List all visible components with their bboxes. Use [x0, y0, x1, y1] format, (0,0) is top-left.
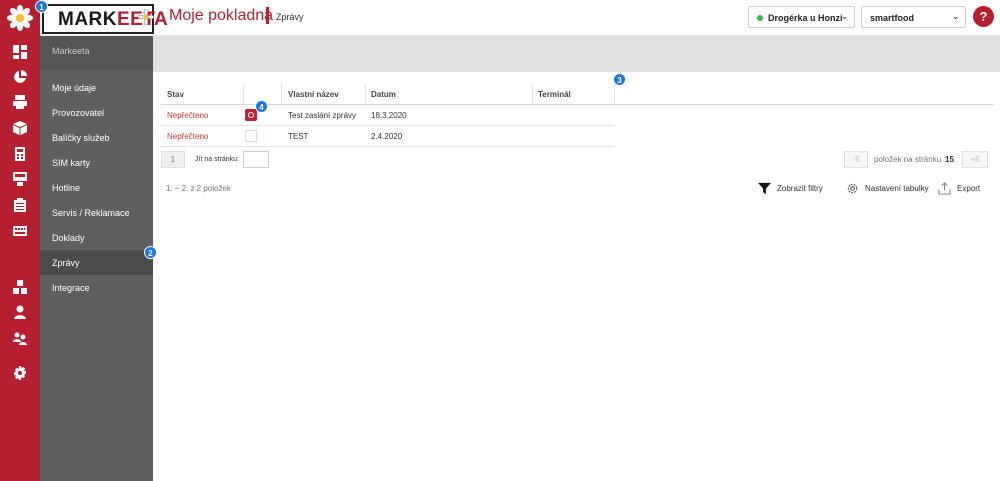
- goto-page-label: Jít na stránku:: [195, 156, 239, 163]
- step-badge: 3: [613, 73, 626, 86]
- sidebar-item-sim-karty[interactable]: SIM karty: [40, 150, 153, 175]
- column-header-datum[interactable]: Datum: [371, 90, 396, 99]
- sidebar-item-doklady[interactable]: Doklady: [40, 225, 153, 250]
- row-status: Nepřečteno: [167, 132, 209, 141]
- keyboard-icon[interactable]: [0, 219, 40, 243]
- minus-five-button[interactable]: -5: [844, 151, 868, 168]
- status-dot-icon: [757, 15, 763, 21]
- items-count: 1. – 2. z 2 položek: [166, 184, 231, 193]
- row-name: Test zaslání zprávy: [288, 111, 357, 120]
- plus-five-button[interactable]: +5: [962, 151, 988, 168]
- settings-icon[interactable]: [0, 361, 40, 385]
- table-header: [161, 84, 994, 105]
- row-checkbox[interactable]: [245, 109, 257, 121]
- chevron-down-icon: ⌄: [952, 12, 959, 21]
- pie-chart-icon[interactable]: [0, 65, 40, 89]
- page-subtitle: Zprávy: [276, 12, 304, 22]
- page-button[interactable]: 1: [161, 151, 185, 168]
- page-title: Moje pokladna: [169, 7, 274, 24]
- column-divider: [614, 84, 615, 105]
- title-separator: [266, 7, 269, 24]
- chevron-down-icon: ⌄: [841, 12, 848, 21]
- row-date: 2.4.2020: [371, 132, 403, 141]
- printer-icon[interactable]: [0, 90, 40, 114]
- export-button[interactable]: Export: [938, 182, 980, 195]
- users-icon[interactable]: [0, 326, 40, 350]
- sidebar-item-hotline[interactable]: Hotline: [40, 175, 153, 200]
- export-label: Export: [957, 184, 981, 193]
- column-header-stav[interactable]: Stav: [167, 90, 184, 99]
- per-page-label: položek na stránku: [874, 155, 942, 164]
- boxes-icon[interactable]: [0, 275, 40, 299]
- row-name: TEST: [288, 132, 309, 141]
- per-page-value: 15: [945, 155, 954, 164]
- step-badge: 2: [144, 246, 157, 259]
- column-header-terminal[interactable]: Terminál: [538, 90, 571, 99]
- gear-icon: [847, 183, 858, 194]
- sidebar-item-balicky-sluzeb[interactable]: Balíčky služeb: [40, 125, 153, 150]
- step-badge: 1: [35, 0, 48, 13]
- column-header-vlastni-nazev[interactable]: Vlastní název: [288, 90, 339, 99]
- sidebar-item-moje-udaje[interactable]: Moje údaje: [40, 75, 153, 100]
- page-toolbar-band: [153, 36, 1000, 72]
- box-icon[interactable]: [0, 116, 40, 140]
- table-settings-label: Nastavení tabulky: [865, 184, 929, 193]
- show-filters-button[interactable]: Zobrazit filtry: [758, 182, 823, 195]
- register-icon[interactable]: [0, 167, 40, 191]
- flower-logo-icon[interactable]: [0, 0, 40, 36]
- sidebar-item-zpravy[interactable]: Zprávy: [40, 250, 153, 275]
- step-badge: 4: [255, 100, 268, 113]
- row-status: Nepřečteno: [167, 111, 209, 120]
- sidebar-item-integrace[interactable]: Integrace: [40, 275, 153, 300]
- column-divider: [532, 84, 533, 105]
- export-icon: [938, 182, 951, 195]
- shop-select[interactable]: Drogérka u Honzi ⌄: [748, 6, 855, 28]
- column-divider: [281, 84, 282, 105]
- column-divider: [365, 84, 366, 105]
- sidebar-item-servis-reklamace[interactable]: Servis / Reklamace: [40, 200, 153, 225]
- logo-flower-icon: [137, 8, 155, 27]
- goto-page-input[interactable]: [243, 151, 269, 168]
- sidebar-brand: Markeeta: [40, 36, 153, 70]
- filter-icon: [758, 182, 771, 195]
- row-date: 18.3.2020: [371, 111, 407, 120]
- table-settings-button[interactable]: Nastavení tabulky: [846, 182, 929, 195]
- clipboard-icon[interactable]: [0, 193, 40, 217]
- user-icon[interactable]: [0, 300, 40, 324]
- help-button[interactable]: ?: [973, 6, 994, 27]
- row-checkbox[interactable]: [245, 130, 257, 142]
- sidebar-item-provozovatel[interactable]: Provozovatel: [40, 100, 153, 125]
- show-filters-label: Zobrazit filtry: [777, 184, 823, 193]
- calculator-icon[interactable]: [0, 142, 40, 166]
- dashboard-icon[interactable]: [0, 40, 40, 64]
- column-divider: [243, 84, 244, 105]
- company-select[interactable]: smartfood ⌄: [861, 6, 966, 28]
